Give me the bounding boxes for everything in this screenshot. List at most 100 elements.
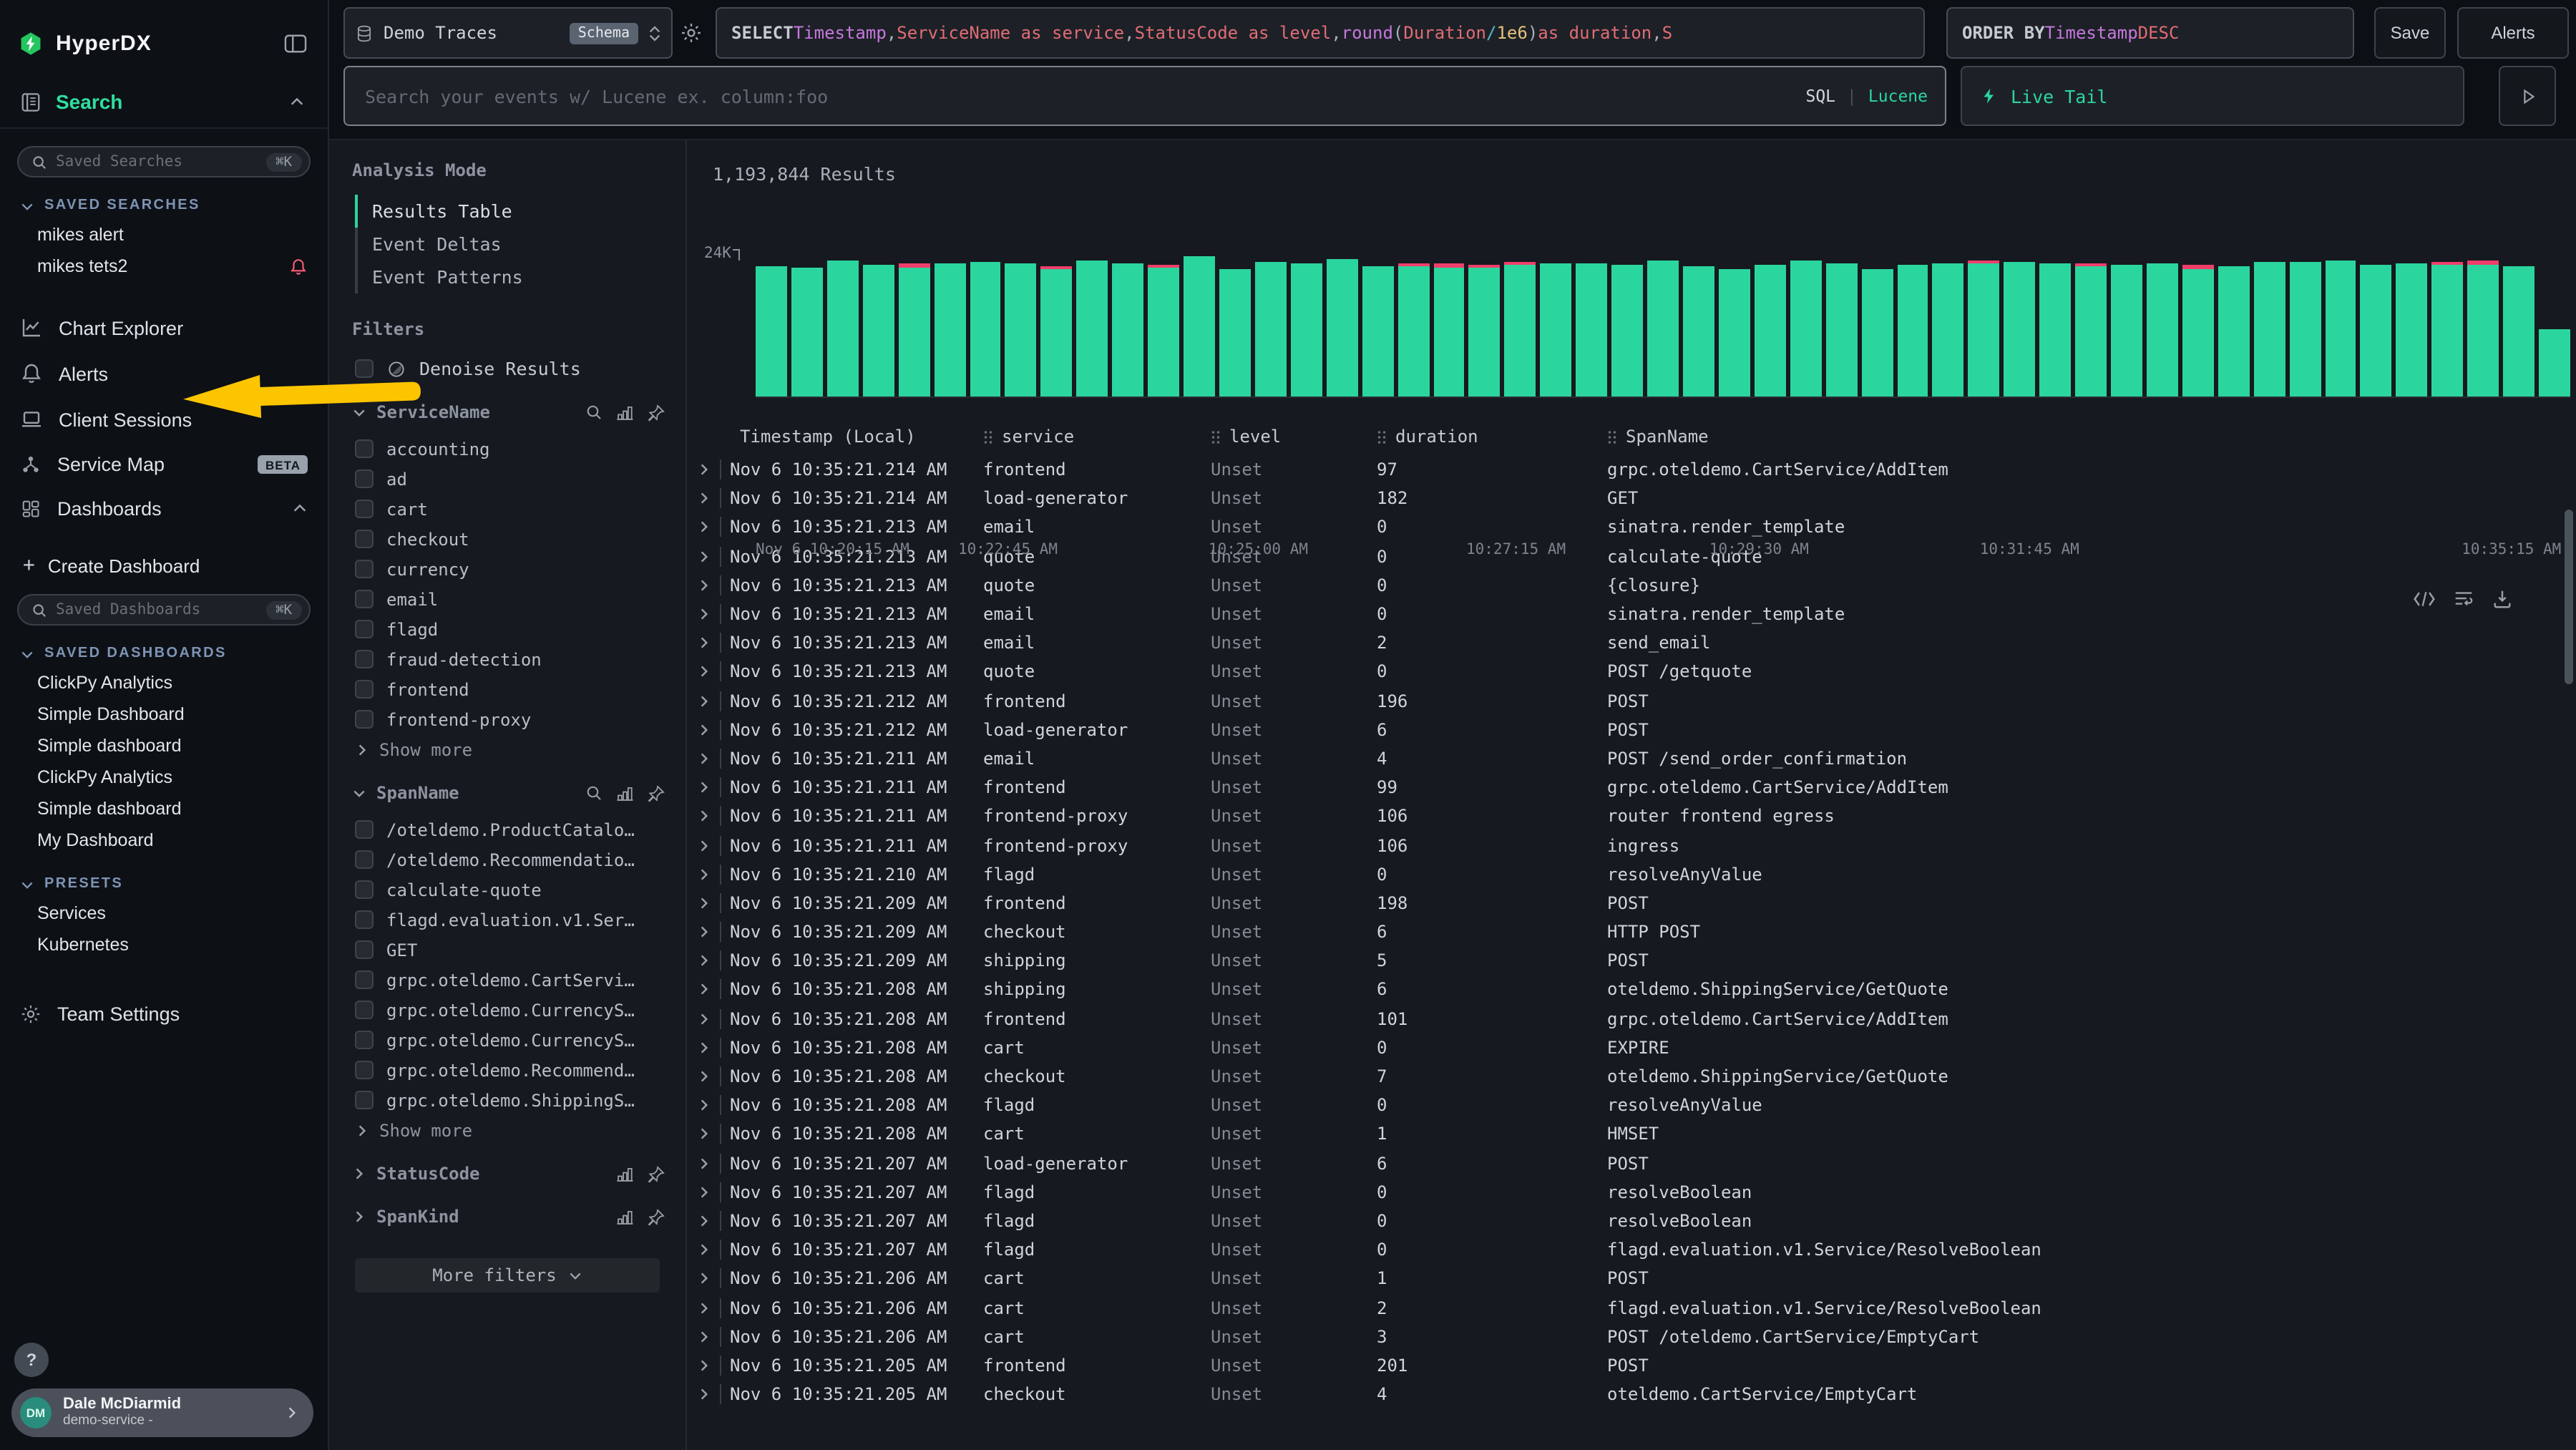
analysis-mode-option[interactable]: Results Table [358,195,665,228]
saved-dashboard-item[interactable]: Simple dashboard [0,730,328,762]
pin-icon[interactable] [647,1164,665,1183]
sidebar-item-dashboards[interactable]: Dashboards [0,487,328,531]
saved-dashboard-item[interactable]: My Dashboard [0,824,328,856]
filter-checkbox[interactable] [355,970,374,989]
filter-group-header[interactable]: SpanName [352,783,665,803]
column-header-service[interactable]: service [983,427,1211,447]
expand-row-icon[interactable] [697,838,720,852]
events-histogram[interactable]: 24K [756,255,2570,398]
saved-dashboard-item[interactable]: ClickPy Analytics [0,762,328,793]
code-view-icon[interactable] [2413,590,2436,608]
filter-checkbox[interactable] [355,850,374,869]
filter-checkbox-item[interactable]: email [352,584,665,614]
table-row[interactable]: Nov 6 10:35:21.214 AMload-generatorUnset… [687,484,2576,512]
filter-checkbox-item[interactable]: GET [352,935,665,965]
table-row[interactable]: Nov 6 10:35:21.209 AMfrontendUnset198POS… [687,889,2576,918]
filter-checkbox[interactable] [355,1001,374,1019]
expand-row-icon[interactable] [697,925,720,939]
filter-checkbox-item[interactable]: grpc.oteldemo.CurrencyS… [352,1025,665,1055]
vertical-scrollbar[interactable] [2565,510,2573,684]
expand-row-icon[interactable] [697,1185,720,1200]
filter-checkbox[interactable] [355,680,374,699]
create-dashboard-button[interactable]: + Create Dashboard [0,531,328,577]
filter-checkbox[interactable] [355,910,374,929]
expand-row-icon[interactable] [697,1242,720,1257]
expand-row-icon[interactable] [697,751,720,766]
search-icon[interactable] [585,784,602,802]
filter-checkbox[interactable] [355,590,374,608]
source-settings-button[interactable] [673,7,710,59]
table-row[interactable]: Nov 6 10:35:21.208 AMshippingUnset6oteld… [687,975,2576,1004]
column-header-level[interactable]: level [1211,427,1377,447]
expand-row-icon[interactable] [697,520,720,535]
saved-search-item[interactable]: mikes tets2 [0,250,328,282]
expand-row-icon[interactable] [697,1127,720,1142]
table-row[interactable]: Nov 6 10:35:21.211 AMfrontend-proxyUnset… [687,802,2576,831]
analysis-mode-option[interactable]: Event Deltas [358,228,665,261]
bar-chart-icon[interactable] [615,1164,634,1183]
run-query-button[interactable] [2499,66,2556,126]
show-more-button[interactable]: Show more [352,734,665,760]
table-row[interactable]: Nov 6 10:35:21.208 AMflagdUnset0resolveA… [687,1091,2576,1119]
expand-row-icon[interactable] [697,983,720,997]
expand-row-icon[interactable] [697,636,720,650]
table-row[interactable]: Nov 6 10:35:21.207 AMflagdUnset0flagd.ev… [687,1235,2576,1264]
filter-checkbox[interactable] [355,1031,374,1049]
filter-checkbox-item[interactable]: /oteldemo.ProductCatalo… [352,814,665,845]
table-row[interactable]: Nov 6 10:35:21.208 AMcheckoutUnset7oteld… [687,1062,2576,1091]
filter-checkbox[interactable] [355,439,374,458]
filter-checkbox-item[interactable]: cart [352,494,665,524]
expand-row-icon[interactable] [697,1300,720,1315]
column-header-timestamp[interactable]: Timestamp (Local) [720,427,983,447]
live-tail-button[interactable]: Live Tail [1961,66,2464,126]
expand-row-icon[interactable] [697,1358,720,1373]
download-icon[interactable] [2492,588,2513,610]
help-button[interactable]: ? [14,1343,49,1377]
alerts-button[interactable]: Alerts [2457,7,2569,59]
filter-checkbox-item[interactable]: flagd [352,614,665,644]
filter-checkbox-item[interactable]: accounting [352,434,665,464]
filter-checkbox-item[interactable]: currency [352,554,665,584]
search-icon[interactable] [585,404,602,421]
table-row[interactable]: Nov 6 10:35:21.208 AMfrontendUnset101grp… [687,1004,2576,1033]
filter-group-header[interactable]: SpanKind [352,1207,665,1227]
expand-row-icon[interactable] [697,607,720,621]
filter-checkbox[interactable] [355,650,374,668]
bar-chart-icon[interactable] [615,1207,634,1226]
wrap-text-icon[interactable] [2453,588,2474,610]
column-header-spanname[interactable]: SpanName [1607,427,2576,447]
table-row[interactable]: Nov 6 10:35:21.206 AMcartUnset2flagd.eva… [687,1293,2576,1322]
filter-checkbox-item[interactable]: frontend-proxy [352,704,665,734]
table-row[interactable]: Nov 6 10:35:21.214 AMfrontendUnset97grpc… [687,455,2576,484]
saved-dashboard-item[interactable]: ClickPy Analytics [0,667,328,699]
expand-row-icon[interactable] [697,723,720,737]
table-row[interactable]: Nov 6 10:35:21.213 AMemailUnset2send_ema… [687,628,2576,657]
filter-checkbox-item[interactable]: /oteldemo.Recommendatio… [352,845,665,875]
expand-row-icon[interactable] [697,462,720,477]
saved-search-item[interactable]: mikes alert [0,219,328,250]
filter-checkbox[interactable] [355,620,374,638]
filter-checkbox-item[interactable]: checkout [352,524,665,554]
saved-dashboard-item[interactable]: Simple Dashboard [0,699,328,730]
collapse-sidebar-icon[interactable] [283,33,308,54]
table-row[interactable]: Nov 6 10:35:21.208 AMcartUnset0EXPIRE [687,1033,2576,1062]
table-row[interactable]: Nov 6 10:35:21.205 AMfrontendUnset201POS… [687,1351,2576,1380]
filter-checkbox-item[interactable]: grpc.oteldemo.CurrencyS… [352,995,665,1025]
filter-checkbox[interactable] [355,469,374,488]
table-row[interactable]: Nov 6 10:35:21.213 AMquoteUnset0POST /ge… [687,658,2576,686]
show-more-button[interactable]: Show more [352,1115,665,1141]
expand-row-icon[interactable] [697,896,720,910]
mode-lucene-toggle[interactable]: Lucene [1868,86,1928,106]
filter-checkbox[interactable] [355,880,374,899]
sidebar-item-chart-explorer[interactable]: Chart Explorer [0,305,328,351]
sidebar-item-team-settings[interactable]: Team Settings [0,992,328,1036]
bar-chart-icon[interactable] [615,403,634,422]
table-row[interactable]: Nov 6 10:35:21.207 AMflagdUnset0resolveB… [687,1177,2576,1206]
bar-chart-icon[interactable] [615,784,634,802]
expand-row-icon[interactable] [697,780,720,794]
sidebar-item-service-map[interactable]: Service Map BETA [0,442,328,487]
expand-row-icon[interactable] [697,549,720,563]
filter-checkbox[interactable] [355,500,374,518]
table-row[interactable]: Nov 6 10:35:21.211 AMfrontend-proxyUnset… [687,831,2576,860]
filter-checkbox-item[interactable]: flagd.evaluation.v1.Ser… [352,905,665,935]
